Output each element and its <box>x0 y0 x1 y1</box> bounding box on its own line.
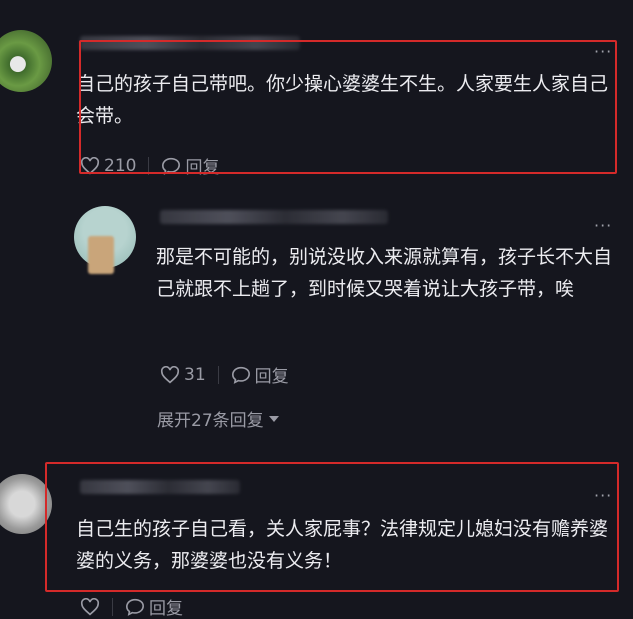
more-options-icon[interactable]: ··· <box>594 216 612 235</box>
like-button[interactable] <box>80 597 100 616</box>
comment-actions: 31 回复 <box>160 362 289 387</box>
reply-label: 回复 <box>254 367 289 387</box>
comment-actions: 回复 <box>80 594 183 619</box>
divider <box>112 597 113 616</box>
comment-bubble-icon <box>231 366 250 384</box>
heart-icon <box>160 365 180 383</box>
expand-replies-button[interactable]: 展开27条回复 <box>157 406 280 431</box>
reply-label: 回复 <box>149 599 183 619</box>
avatar[interactable] <box>0 30 52 92</box>
highlight-box <box>79 40 617 174</box>
divider <box>217 365 219 384</box>
like-button[interactable]: 31 <box>160 365 206 385</box>
reply-button[interactable]: 回复 <box>231 362 289 387</box>
comment-text: 那是不可能的，别说没收入来源就算有，孩子长不大自己就跟不上趟了，到时候又哭着说让… <box>156 246 613 300</box>
heart-icon <box>80 597 100 615</box>
expand-replies-label: 展开27条回复 <box>157 411 264 431</box>
like-count: 31 <box>184 364 206 385</box>
reply-button[interactable]: 回复 <box>125 594 183 619</box>
highlight-box <box>45 462 619 592</box>
caret-down-icon <box>268 415 279 422</box>
comment-bubble-icon <box>125 598 145 616</box>
username-redacted[interactable] <box>160 210 388 224</box>
avatar-figure <box>88 236 114 274</box>
